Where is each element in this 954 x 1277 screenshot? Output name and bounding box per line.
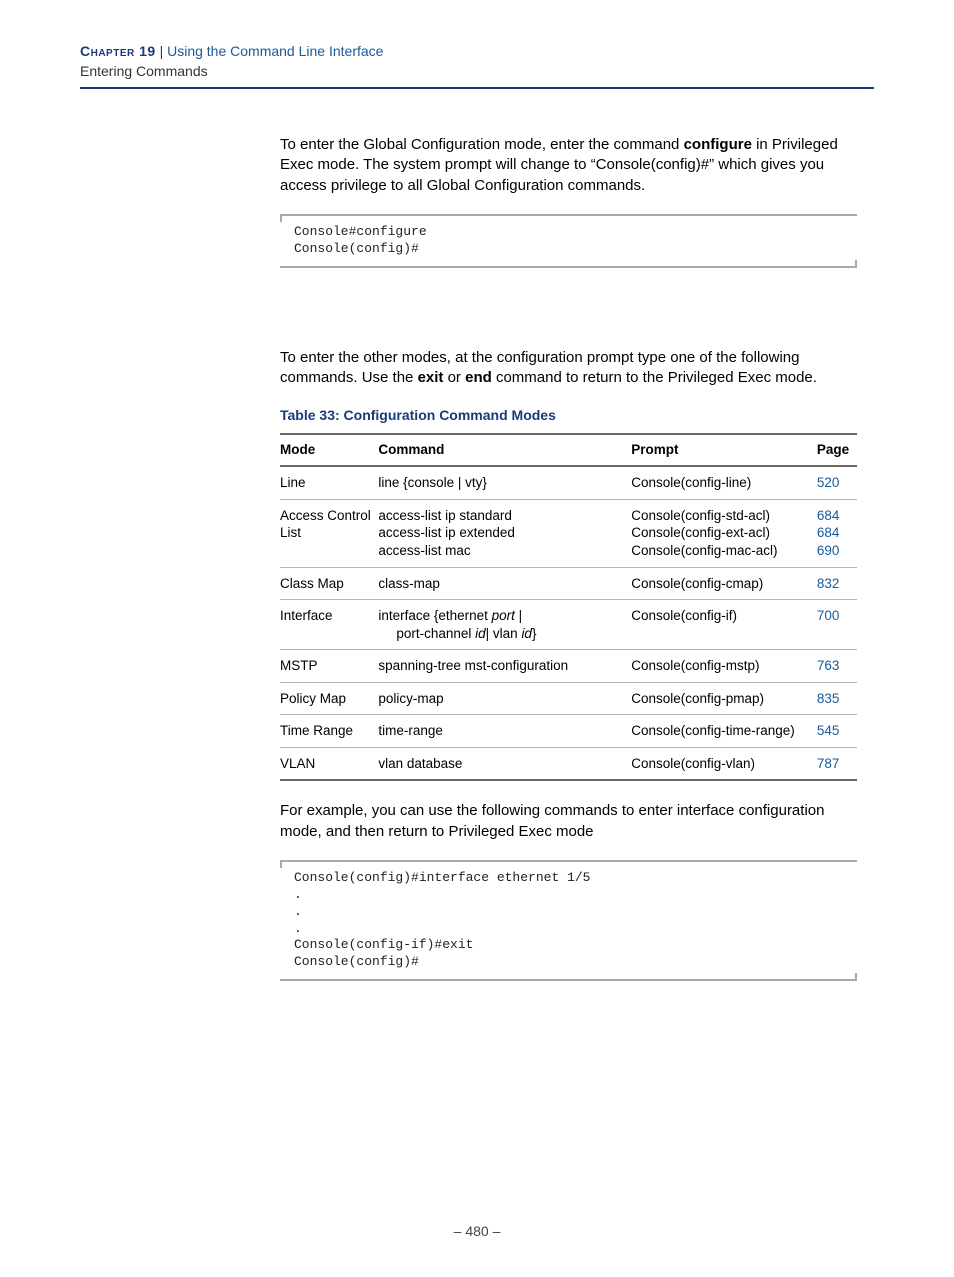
table-row: Policy Mappolicy-mapConsole(config-pmap)… [280,682,857,715]
chapter-label: Chapter 19 [80,43,156,59]
cell-mode: Time Range [280,715,378,748]
table-row: VLANvlan databaseConsole(config-vlan)787 [280,747,857,780]
cell-command: access-list ip standardaccess-list ip ex… [378,499,631,567]
cell-mode: Policy Map [280,682,378,715]
table-row: MSTPspanning-tree mst-configurationConso… [280,650,857,683]
cell-command: policy-map [378,682,631,715]
cell-mode: Access Control List [280,499,378,567]
para2-post: command to return to the Privileged Exec… [492,369,817,386]
header-separator: | [156,43,167,59]
cell-command: spanning-tree mst-configuration [378,650,631,683]
table-header-row: Mode Command Prompt Page [280,434,857,466]
cell-mode: Line [280,466,378,499]
cell-mode: Class Map [280,567,378,600]
cell-command: vlan database [378,747,631,780]
cell-command: time-range [378,715,631,748]
para2-b2: end [465,369,492,386]
paragraph-2: To enter the other modes, at the configu… [280,348,857,389]
page-header: Chapter 19 | Using the Command Line Inte… [80,42,874,89]
cell-page[interactable]: 787 [817,747,857,780]
para2-b1: exit [418,369,444,386]
table-row: Lineline {console | vty}Console(config-l… [280,466,857,499]
cell-prompt: Console(config-if) [631,600,817,650]
cell-prompt: Console(config-vlan) [631,747,817,780]
cell-mode: MSTP [280,650,378,683]
table-row: Time Rangetime-rangeConsole(config-time-… [280,715,857,748]
th-page: Page [817,434,857,466]
table-row: Access Control Listaccess-list ip standa… [280,499,857,567]
cell-page[interactable]: 684684690 [817,499,857,567]
code-block-2: Console(config)#interface ethernet 1/5 .… [280,860,857,981]
cell-prompt: Console(config-cmap) [631,567,817,600]
paragraph-1: To enter the Global Configuration mode, … [280,135,857,196]
cell-command: class-map [378,567,631,600]
table-row: Interfaceinterface {ethernet port |port-… [280,600,857,650]
header-subtitle: Entering Commands [80,62,874,82]
para1-pre: To enter the Global Configuration mode, … [280,136,684,153]
page-content: To enter the Global Configuration mode, … [280,135,857,981]
cell-prompt: Console(config-mstp) [631,650,817,683]
cell-prompt: Console(config-pmap) [631,682,817,715]
cell-command: interface {ethernet port |port-channel i… [378,600,631,650]
config-modes-table: Mode Command Prompt Page Lineline {conso… [280,433,857,781]
cell-mode: VLAN [280,747,378,780]
cell-page[interactable]: 520 [817,466,857,499]
cell-prompt: Console(config-std-acl)Console(config-ex… [631,499,817,567]
cell-page[interactable]: 545 [817,715,857,748]
header-line-1: Chapter 19 | Using the Command Line Inte… [80,42,874,62]
para1-bold: configure [684,136,752,153]
cell-page[interactable]: 763 [817,650,857,683]
cell-prompt: Console(config-time-range) [631,715,817,748]
paragraph-3: For example, you can use the following c… [280,801,857,842]
page-number: – 480 – [0,1223,954,1239]
cell-page[interactable]: 835 [817,682,857,715]
cell-mode: Interface [280,600,378,650]
cell-prompt: Console(config-line) [631,466,817,499]
para2-mid: or [443,369,465,386]
header-title: Using the Command Line Interface [167,43,383,59]
cell-page[interactable]: 700 [817,600,857,650]
th-prompt: Prompt [631,434,817,466]
cell-page[interactable]: 832 [817,567,857,600]
code-block-1: Console#configure Console(config)# [280,214,857,268]
th-mode: Mode [280,434,378,466]
table-caption: Table 33: Configuration Command Modes [280,406,857,425]
cell-command: line {console | vty} [378,466,631,499]
th-command: Command [378,434,631,466]
table-row: Class Mapclass-mapConsole(config-cmap)83… [280,567,857,600]
